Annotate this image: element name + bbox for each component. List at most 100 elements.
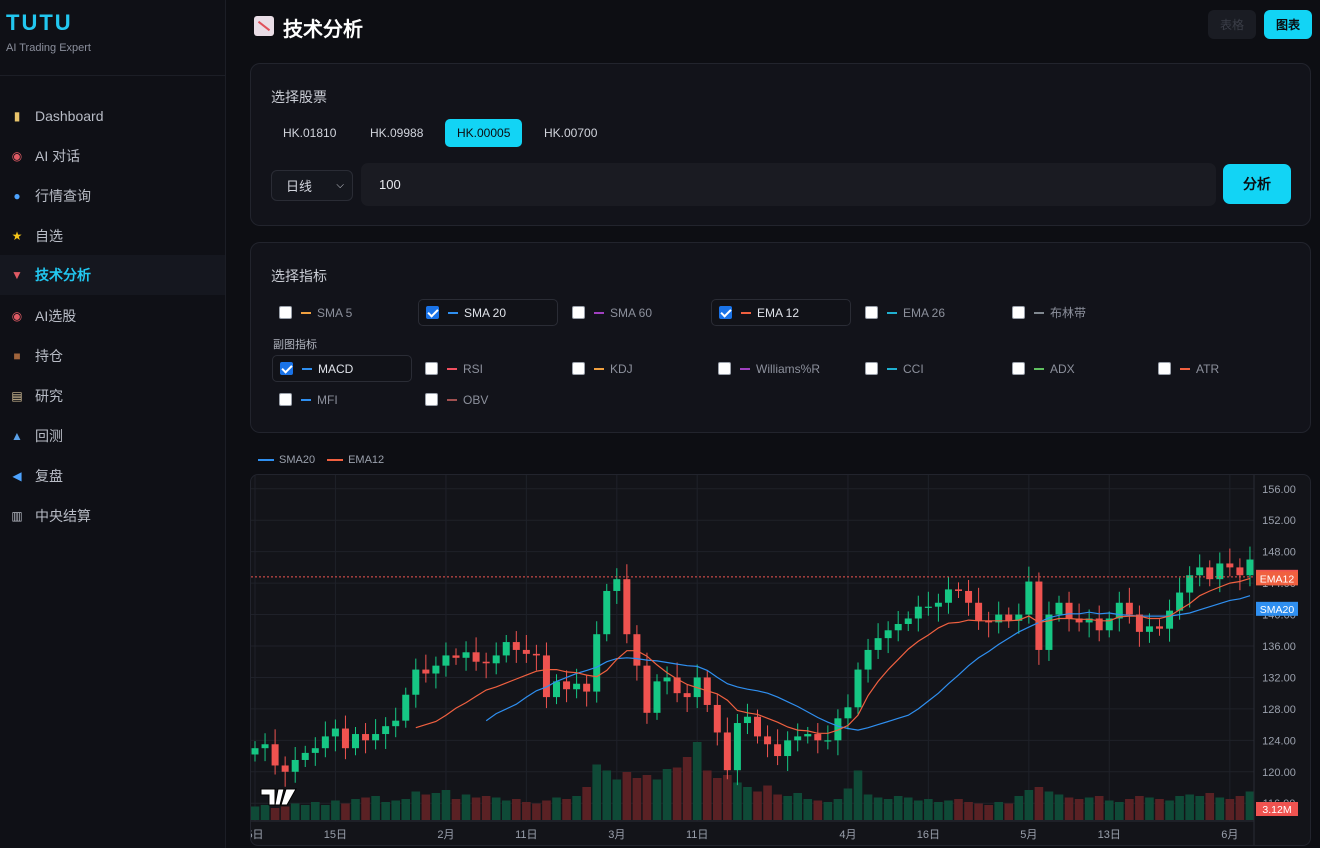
indicator-atr[interactable]: ATR xyxy=(1151,355,1291,382)
candle-body xyxy=(301,752,309,760)
line-swatch-icon xyxy=(594,311,604,314)
volume-badge: 3.12M xyxy=(1262,804,1291,816)
indicator-checkbox[interactable] xyxy=(425,393,438,406)
indicator-checkbox[interactable] xyxy=(279,306,292,319)
indicator-sma-5[interactable]: SMA 5 xyxy=(272,299,412,326)
count-input[interactable]: 100 xyxy=(361,163,1216,206)
chart-canvas[interactable]: 156.00152.00148.00144.00140.00136.00132.… xyxy=(251,475,1311,846)
indicator-checkbox[interactable] xyxy=(426,306,439,319)
indicator-kdj[interactable]: KDJ xyxy=(565,355,705,382)
candle-body xyxy=(1246,559,1254,576)
nav-item-2[interactable]: ● 行情查询 xyxy=(0,176,225,216)
indicator-checkbox[interactable] xyxy=(572,362,585,375)
candle-body xyxy=(784,740,792,757)
nav-item-8[interactable]: ▲ 回测 xyxy=(0,416,225,456)
nav-item-3[interactable]: ★ 自选 xyxy=(0,216,225,256)
indicator-checkbox[interactable] xyxy=(572,306,585,319)
indicator-checkbox[interactable] xyxy=(279,393,292,406)
indicator-cci[interactable]: CCI xyxy=(858,355,998,382)
candle-body xyxy=(844,707,852,719)
indicator-label: 布林带 xyxy=(1050,306,1087,320)
volume-bar xyxy=(522,802,531,820)
legend-item-sma20[interactable]: SMA20 xyxy=(258,454,315,466)
indicator-macd[interactable]: MACD xyxy=(272,355,412,382)
volume-bar xyxy=(1225,799,1235,820)
candle-body xyxy=(1156,626,1163,629)
tradingview-logo-icon[interactable] xyxy=(260,788,297,806)
nav-item-10[interactable]: ▥ 中央结算 xyxy=(0,496,225,536)
nav-item-0[interactable]: ▮ Dashboard xyxy=(0,96,225,136)
candle-body xyxy=(764,736,772,745)
nav-item-5[interactable]: ◉ AI选股 xyxy=(0,296,225,336)
stock-tab-1[interactable]: HK.09988 xyxy=(358,119,435,147)
indicator-checkbox[interactable] xyxy=(280,362,293,375)
candlestick-chart[interactable]: 156.00152.00148.00144.00140.00136.00132.… xyxy=(250,474,1311,846)
brand-tagline: AI Trading Expert xyxy=(6,42,91,54)
indicator-ema-26[interactable]: EMA 26 xyxy=(858,299,998,326)
brand-logo[interactable]: TUTU xyxy=(6,10,219,36)
volume-bar xyxy=(924,799,933,820)
nav-item-4[interactable]: ▼ 技术分析 xyxy=(0,255,225,295)
candle-body xyxy=(894,623,902,631)
legend-label: EMA12 xyxy=(348,454,385,466)
indicator-sma-60[interactable]: SMA 60 xyxy=(565,299,705,326)
x-tick-label: 11日 xyxy=(515,829,537,841)
volume-bar xyxy=(713,778,722,820)
indicator-obv[interactable]: OBV xyxy=(418,386,558,413)
indicator-checkbox[interactable] xyxy=(865,362,878,375)
analyze-button[interactable]: 分析 xyxy=(1223,164,1291,204)
indicator-mfi[interactable]: MFI xyxy=(272,386,412,413)
candle-body xyxy=(653,681,661,713)
stock-tab-3[interactable]: HK.00700 xyxy=(532,119,609,147)
nav-item-9[interactable]: ◀ 复盘 xyxy=(0,456,225,496)
indicator-sma-20[interactable]: SMA 20 xyxy=(418,299,558,326)
rewind-icon: ◀ xyxy=(12,469,22,483)
chart-down-icon: ▼ xyxy=(11,268,23,282)
indicator-checkbox[interactable] xyxy=(1012,362,1025,375)
volume-bar xyxy=(642,775,652,820)
indicator-checkbox[interactable] xyxy=(425,362,438,375)
candle-body xyxy=(794,736,802,741)
table-view-button[interactable]: 表格 xyxy=(1208,10,1256,39)
bar-chart-icon: ▮ xyxy=(13,109,21,123)
x-tick-label: 4月 xyxy=(839,829,856,841)
indicator-checkbox[interactable] xyxy=(1158,362,1171,375)
sma20-badge: SMA20 xyxy=(1260,604,1295,616)
volume-bar xyxy=(421,794,431,820)
indicator-adx[interactable]: ADX xyxy=(1005,355,1145,382)
indicator-ema-12[interactable]: EMA 12 xyxy=(711,299,851,326)
nav-item-1[interactable]: ◉ AI 对话 xyxy=(0,136,225,176)
volume-bar xyxy=(270,808,280,820)
candle-body xyxy=(1186,575,1194,593)
indicator-card: 选择指标 SMA 5 SMA 20 SMA 60 EMA 12 EMA 26 布林带 副图… xyxy=(250,242,1311,433)
indicator-checkbox[interactable] xyxy=(719,306,732,319)
candle-body xyxy=(1125,602,1133,615)
nav-item-label: Dashboard xyxy=(35,108,104,124)
indicator-checkbox[interactable] xyxy=(865,306,878,319)
volume-bar xyxy=(592,764,601,820)
indicator-checkbox[interactable] xyxy=(1012,306,1025,319)
stock-tab-2[interactable]: HK.00005 xyxy=(445,119,523,147)
indicator-williams-r[interactable]: Williams%R xyxy=(711,355,851,382)
volume-bar xyxy=(1185,794,1194,820)
nav-item-6[interactable]: ■ 持仓 xyxy=(0,336,225,376)
indicator-label: SMA 60 xyxy=(610,305,653,320)
nav-item-label: 技术分析 xyxy=(35,267,91,283)
candle-body xyxy=(975,602,983,621)
legend-item-ema12[interactable]: EMA12 xyxy=(327,454,384,466)
volume-bar xyxy=(974,803,983,820)
indicator--[interactable]: 布林带 xyxy=(1005,299,1145,326)
candle-body xyxy=(412,669,420,695)
volume-bar xyxy=(783,796,792,820)
stock-tab-0[interactable]: HK.01810 xyxy=(271,119,348,147)
chart-view-button[interactable]: 图表 xyxy=(1264,10,1312,39)
indicator-rsi[interactable]: RSI xyxy=(418,355,558,382)
period-select[interactable]: 日线 ⌵ xyxy=(271,170,353,201)
indicator-checkbox[interactable] xyxy=(718,362,731,375)
volume-bar xyxy=(441,790,451,820)
candle-body xyxy=(452,655,460,658)
volume-bar xyxy=(1245,791,1255,820)
stock-card-title: 选择股票 xyxy=(271,89,327,105)
nav-item-7[interactable]: ▤ 研究 xyxy=(0,376,225,416)
candle-body xyxy=(864,649,872,670)
